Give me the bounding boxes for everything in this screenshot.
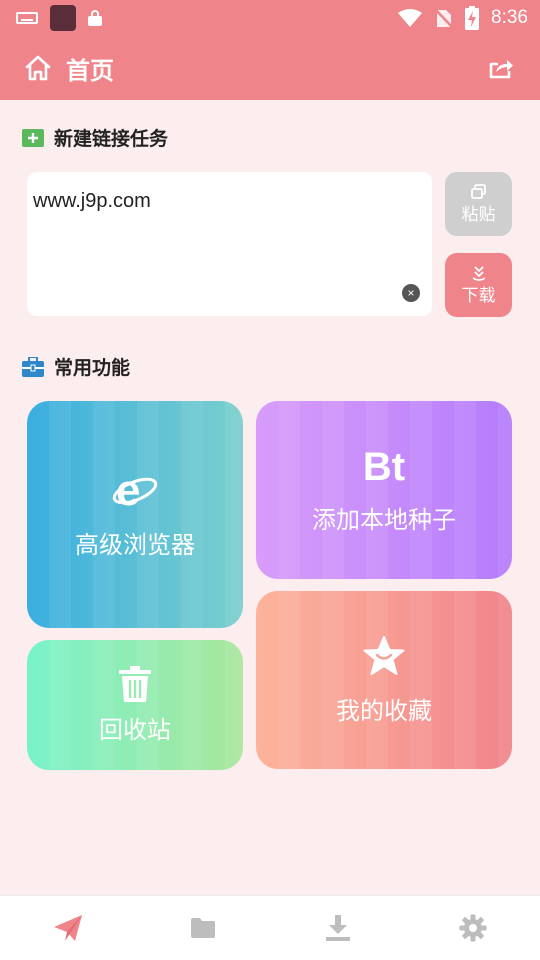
copy-icon — [470, 183, 486, 199]
chevron-down-icon — [472, 265, 485, 281]
bottom-nav — [0, 895, 540, 960]
paste-label: 粘贴 — [461, 204, 496, 225]
new-task-heading: 新建链接任务 — [22, 124, 168, 151]
paste-button[interactable]: 粘贴 — [445, 172, 512, 236]
send-icon — [53, 915, 82, 941]
trash-card[interactable]: 回收站 — [27, 640, 243, 770]
new-task-title: 新建链接任务 — [54, 128, 169, 150]
add-box-icon — [22, 128, 44, 147]
lock-icon — [88, 10, 102, 26]
features-title: 常用功能 — [54, 357, 131, 379]
url-value: www.j9p.com — [33, 190, 151, 212]
favorites-card[interactable]: 我的收藏 — [256, 591, 512, 769]
nav-settings[interactable] — [405, 896, 540, 960]
clear-icon[interactable]: × — [402, 284, 420, 302]
wifi-icon — [398, 9, 423, 27]
trash-label: 回收站 — [99, 715, 171, 744]
star-icon — [363, 635, 405, 675]
share-icon — [489, 60, 513, 79]
bt-card[interactable]: Bt 添加本地种子 — [256, 401, 512, 579]
gear-icon — [459, 914, 486, 942]
bt-icon: Bt — [362, 445, 406, 489]
page-title: 首页 — [66, 56, 114, 85]
battery-charging-icon — [465, 6, 480, 30]
clock: 8:36 — [491, 7, 528, 28]
bt-label: 添加本地种子 — [312, 506, 456, 534]
app-notification-icon — [50, 5, 76, 31]
home-icon — [25, 55, 51, 81]
app-bar: 首页 — [0, 36, 540, 100]
no-sim-icon — [435, 8, 454, 29]
nav-downloads[interactable] — [270, 896, 405, 960]
status-bar: 8:36 — [0, 0, 540, 36]
url-input[interactable]: www.j9p.com × — [27, 172, 432, 316]
download-icon — [325, 915, 350, 941]
toolbox-icon — [22, 356, 44, 377]
browser-icon: e — [112, 469, 158, 511]
trash-icon — [119, 665, 151, 702]
download-button[interactable]: 下载 — [445, 253, 512, 317]
share-button[interactable] — [486, 53, 516, 83]
keyboard-icon — [16, 12, 38, 24]
favorites-label: 我的收藏 — [336, 696, 432, 725]
nav-files[interactable] — [135, 896, 270, 960]
features-heading: 常用功能 — [22, 353, 130, 380]
folder-icon — [190, 918, 215, 938]
download-label: 下载 — [461, 285, 496, 306]
browser-label: 高级浏览器 — [75, 531, 195, 559]
browser-card[interactable]: e 高级浏览器 — [27, 401, 243, 628]
nav-send[interactable] — [0, 896, 135, 960]
